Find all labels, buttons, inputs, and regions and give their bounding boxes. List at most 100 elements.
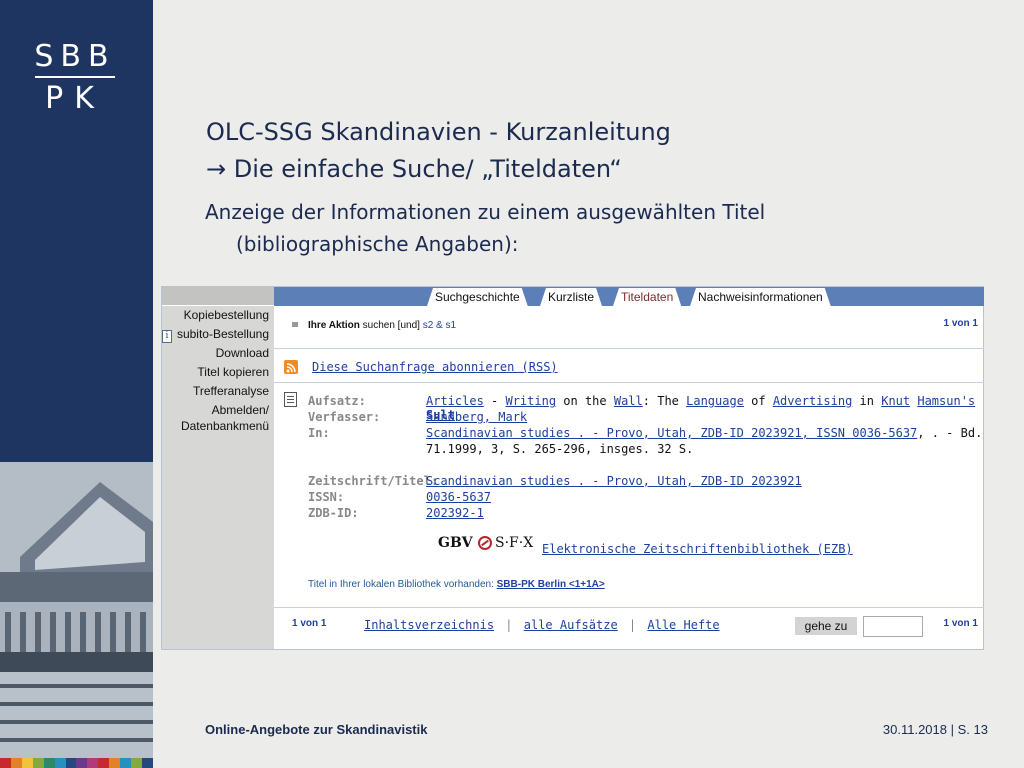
divider xyxy=(274,607,984,608)
title-text: in xyxy=(852,394,882,408)
action-line: Ihre Aktion suchen [und] s2 & s1 xyxy=(308,320,456,331)
in-value: Scandinavian studies . - Provo, Utah, ZD… xyxy=(426,426,982,440)
title-text: - xyxy=(483,394,506,408)
color-strip-segment xyxy=(120,758,132,768)
color-strip-segment xyxy=(65,758,77,768)
left-band: SBB PK xyxy=(0,0,153,768)
color-strip-segment xyxy=(43,758,55,768)
logo-row1: SBB xyxy=(34,39,116,74)
sidebar-top-strip xyxy=(162,287,274,306)
tab-suchgeschichte[interactable]: Suchgeschichte xyxy=(427,288,528,306)
verfasser-label: Verfasser: xyxy=(308,410,381,424)
tab-kurzliste[interactable]: Kurzliste xyxy=(540,288,602,306)
issn-label: ISSN: xyxy=(308,490,345,504)
tab-bar: Suchgeschichte Kurzliste Titeldaten Nach… xyxy=(274,287,984,306)
tab-titeldaten[interactable]: Titeldaten xyxy=(613,288,681,306)
sbb-pk-logo: SBB PK xyxy=(30,40,120,116)
slide-title-line2: → Die einfache Suche/ „Titeldaten“ xyxy=(206,155,622,183)
local-text: Titel in Ihrer lokalen Bibliothek vorhan… xyxy=(308,579,494,590)
subtitle-line1: Anzeige der Informationen zu einem ausge… xyxy=(205,200,766,224)
building-photo xyxy=(0,462,153,758)
sidebar-item-kopiebestellung[interactable]: Kopiebestellung xyxy=(162,306,274,325)
color-strip-segment xyxy=(32,758,44,768)
footer-page-number: S. 13 xyxy=(957,722,988,737)
sidebar-item-datenbankmenu[interactable]: Datenbankmenü xyxy=(162,418,274,434)
footer-title: Online-Angebote zur Skandinavistik xyxy=(205,722,428,737)
gbv-sfx-logo[interactable]: GBV S·F·X xyxy=(438,535,538,553)
sfx-text: S·F·X xyxy=(495,535,534,551)
alle-aufsaetze-link[interactable]: alle Aufsätze xyxy=(524,618,618,632)
logo-row2: PK xyxy=(45,81,105,116)
color-strip-segment xyxy=(131,758,142,768)
pager-bottom-left: 1 von 1 xyxy=(292,618,327,629)
color-strip-segment xyxy=(54,758,66,768)
gbv-text: GBV xyxy=(438,535,473,551)
slide-subtitle: Anzeige der Informationen zu einem ausge… xyxy=(205,196,765,260)
footer-date: 30.11.2018 xyxy=(882,722,947,737)
title-word-link[interactable]: Knut xyxy=(881,394,910,408)
sidebar-item-abmelden[interactable]: Abmelden/ xyxy=(162,402,274,418)
logo-rule xyxy=(35,76,115,78)
subtitle-line2: (bibliographische Angaben): xyxy=(236,232,519,256)
divider xyxy=(274,348,984,349)
color-strip-segment xyxy=(21,758,33,768)
tab-nachweisinformationen[interactable]: Nachweisinformationen xyxy=(690,288,831,306)
nav-separator: | xyxy=(628,618,637,632)
title-word-link[interactable]: Advertising xyxy=(773,394,852,408)
title-word-link[interactable]: Articles xyxy=(426,394,484,408)
title-word-link[interactable]: Hamsun's xyxy=(917,394,975,408)
title-word-link[interactable]: Writing xyxy=(505,394,556,408)
color-strip-segment xyxy=(109,758,121,768)
title-text: : The xyxy=(642,394,687,408)
alle-hefte-link[interactable]: Alle Hefte xyxy=(647,618,719,632)
main-content: Ihre Aktion suchen [und] s2 & s1 1 von 1… xyxy=(274,306,984,649)
goto-page-input[interactable] xyxy=(863,616,923,637)
zdb-link[interactable]: 202392-1 xyxy=(426,506,484,520)
in-rest: , . - Bd. xyxy=(917,426,983,440)
info-icon[interactable]: i xyxy=(162,330,172,343)
color-strip-segment xyxy=(0,758,11,768)
footer-meta: 30.11.2018 | S. 13 xyxy=(883,722,988,737)
title-text: on the xyxy=(556,394,614,408)
divider xyxy=(274,382,984,383)
document-icon xyxy=(284,392,297,407)
action-link[interactable]: s2 & s1 xyxy=(423,320,456,331)
inhaltsverzeichnis-link[interactable]: Inhaltsverzeichnis xyxy=(364,618,494,632)
sidebar-item-subito[interactable]: subito-Bestellung xyxy=(162,325,274,344)
color-strip-segment xyxy=(76,758,88,768)
local-availability: Titel in Ihrer lokalen Bibliothek vorhan… xyxy=(308,579,605,590)
pager-bottom-right: 1 von 1 xyxy=(943,618,978,629)
catalog-screenshot: Kopiebestellung subito-Bestellung Downlo… xyxy=(161,286,984,650)
rss-icon[interactable] xyxy=(284,360,298,374)
goto-button[interactable]: gehe zu xyxy=(795,617,857,635)
color-strip-segment xyxy=(98,758,110,768)
color-strip-segment xyxy=(141,758,153,768)
footer-separator: | xyxy=(950,722,955,737)
color-strip-segment xyxy=(10,758,22,768)
author-link[interactable]: Sandberg, Mark xyxy=(426,410,527,424)
bullet-icon xyxy=(292,322,298,327)
aufsatz-label: Aufsatz: xyxy=(308,394,366,408)
title-text: of xyxy=(743,394,773,408)
sidebar-item-download[interactable]: Download xyxy=(162,344,274,363)
issn-link[interactable]: 0036-5637 xyxy=(426,490,491,504)
rss-subscribe-link[interactable]: Diese Suchanfrage abonnieren (RSS) xyxy=(312,360,558,374)
source-link[interactable]: Scandinavian studies . - Provo, Utah, ZD… xyxy=(426,426,917,440)
journal-link[interactable]: Scandinavian studies . - Provo, Utah, ZD… xyxy=(426,474,802,488)
sidebar-item-trefferanalyse[interactable]: Trefferanalyse xyxy=(162,382,274,401)
action-label: Ihre Aktion xyxy=(308,320,360,331)
ezb-link[interactable]: Elektronische Zeitschriftenbibliothek (E… xyxy=(542,542,853,556)
action-text: suchen [und] xyxy=(362,320,420,331)
color-strip-segment xyxy=(87,758,99,768)
local-library-link[interactable]: SBB-PK Berlin <1+1A> xyxy=(497,579,605,590)
title-word-link[interactable]: Wall xyxy=(614,394,643,408)
pager-top: 1 von 1 xyxy=(943,318,978,329)
in-label: In: xyxy=(308,426,330,440)
bottom-nav: Inhaltsverzeichnis | alle Aufsätze | All… xyxy=(364,618,720,632)
sidebar-item-titel-kopieren[interactable]: Titel kopieren xyxy=(162,363,274,382)
title-word-link[interactable]: Language xyxy=(686,394,744,408)
action-sidebar: Kopiebestellung subito-Bestellung Downlo… xyxy=(162,287,274,649)
slide-title: OLC-SSG Skandinavien - Kurzanleitung xyxy=(206,118,671,146)
zeitschrift-label: Zeitschrift/Titel: xyxy=(308,474,439,488)
color-strip xyxy=(0,758,153,768)
